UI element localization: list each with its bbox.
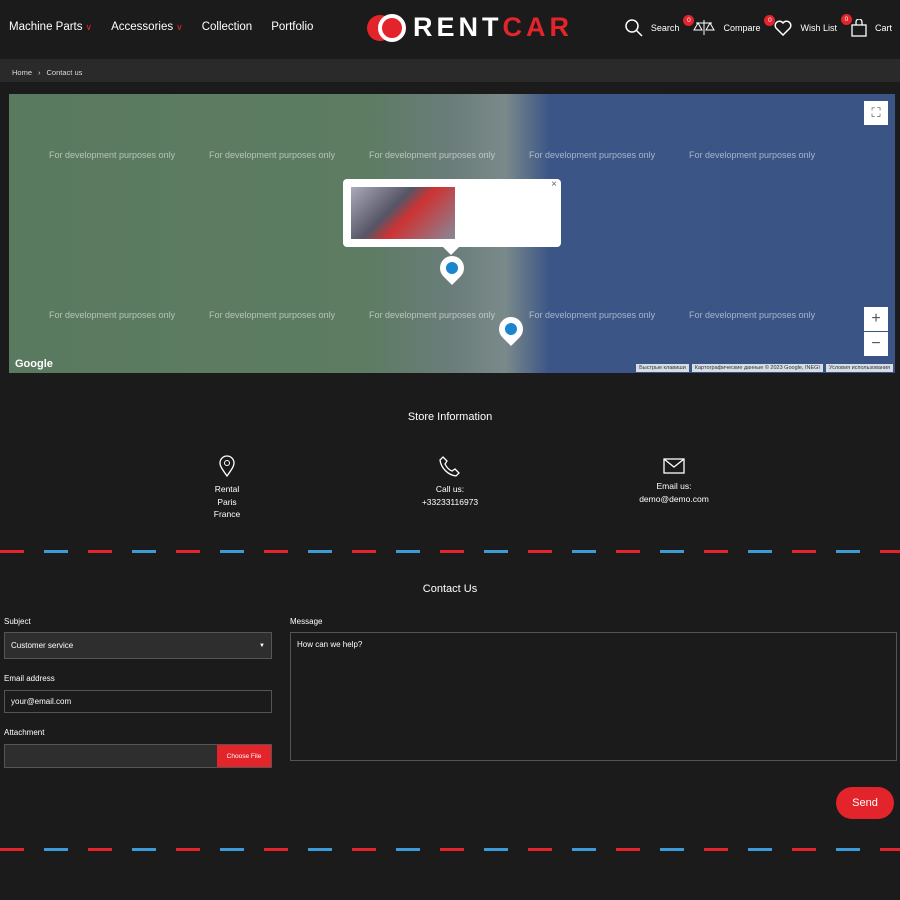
nav-label: Machine Parts [9,21,83,33]
store-address: Rental Paris France [167,455,287,521]
search-button[interactable]: Search [625,19,680,37]
email-placeholder: your@email.com [11,697,72,706]
scale-icon [693,20,716,35]
send-button[interactable]: Send [836,787,894,819]
map-watermark: For development purposes only [49,310,176,320]
wishlist-button[interactable]: 0 Wish List [764,15,837,36]
close-icon[interactable]: × [551,179,557,190]
compare-label: Compare [723,23,761,33]
address-line: Rental [214,484,240,494]
wishlist-label: Wish List [800,23,837,33]
attachment-label: Attachment [4,728,45,737]
email-label: Email us: [656,481,692,491]
attachment-input[interactable]: Choose File [4,744,272,768]
nav-machine-parts[interactable]: Machine Parts ∨ [9,21,92,33]
heart-icon [774,20,792,36]
logo-text-accent: CAR [502,12,573,42]
phone-number[interactable]: +33233116973 [390,496,510,509]
map-watermark: For development purposes only [369,310,496,320]
map-watermark: For development purposes only [689,310,816,320]
nav-accessories[interactable]: Accessories ∨ [111,21,183,33]
dashed-divider [0,848,900,851]
store-email: Email us: demo@demo.com [614,458,734,505]
map-marker-icon[interactable] [435,251,469,285]
logo-text: RENT [413,12,503,42]
store-info-title: Store Information [407,411,493,423]
map-watermark: For development purposes only [209,310,336,320]
store-photo [351,187,455,239]
search-label: Search [650,23,680,33]
call-label: Call us: [435,484,465,494]
email-field[interactable]: your@email.com [4,690,272,713]
map-attribution: Быстрые клавиши Картографические данные … [636,364,893,372]
map-watermark: For development purposes only [49,150,176,160]
subject-label: Subject [4,617,31,626]
main-nav: Machine Parts ∨ Accessories ∨ Collection P… [9,21,313,33]
keyboard-shortcuts-link[interactable]: Быстрые клавиши [636,364,689,372]
chevron-down-icon: ∨ [85,22,93,32]
email-address[interactable]: demo@demo.com [614,493,734,506]
envelope-icon [663,458,685,474]
breadcrumb-separator: › [38,68,41,77]
map-marker-icon[interactable] [494,312,528,346]
subject-select[interactable]: Customer service ▼ [4,632,272,659]
map-watermark: For development purposes only [369,150,496,160]
google-map[interactable]: For development purposes only For develo… [9,94,895,373]
map-data-text: Картографические данные © 2023 Google, I… [691,364,823,372]
google-logo: Google [15,358,53,370]
dashed-divider [0,550,900,553]
header: Machine Parts ∨ Accessories ∨ Collection P… [0,0,900,58]
zoom-out-button[interactable]: − [864,332,888,356]
cart-label: Cart [874,23,892,33]
subject-value: Customer service [11,641,74,650]
choose-file-button[interactable]: Choose File [217,745,271,767]
cart-button[interactable]: 0 Cart [840,14,892,37]
map-watermark: For development purposes only [209,150,336,160]
chevron-down-icon: ∨ [176,22,183,32]
map-watermark: For development purposes only [529,310,656,320]
email-field-label: Email address [4,674,55,683]
location-pin-icon [219,455,235,477]
search-icon [625,19,643,37]
breadcrumb-home[interactable]: Home [12,68,32,77]
breadcrumb: Home › Contact us [0,59,900,82]
bag-icon [851,19,867,37]
contact-title: Contact Us [422,583,478,595]
address-line: France [213,509,241,519]
nav-portfolio[interactable]: Portfolio [271,21,313,33]
nav-label: Accessories [111,21,174,33]
caret-down-icon: ▼ [259,642,265,649]
zoom-in-button[interactable]: + [864,307,888,331]
message-placeholder: How can we help? [297,640,363,649]
nav-collection[interactable]: Collection [202,21,253,33]
fullscreen-icon[interactable]: ⛶ [864,101,888,125]
message-label: Message [290,617,323,626]
address-line: Paris [217,496,237,507]
logo[interactable]: RENT CAR [367,12,573,43]
map-info-window: × [343,179,561,255]
map-watermark: For development purposes only [689,150,816,160]
message-textarea[interactable]: How can we help? [290,632,897,761]
terms-link[interactable]: Условия использования [825,364,893,372]
compare-button[interactable]: 0 Compare [683,15,761,36]
map-watermark: For development purposes only [529,150,656,160]
phone-icon [439,456,460,477]
cart-count-badge: 0 [840,14,852,25]
breadcrumb-current: Contact us [46,68,83,77]
store-phone: Call us: +33233116973 [390,455,510,508]
logo-mark-icon [367,13,407,43]
